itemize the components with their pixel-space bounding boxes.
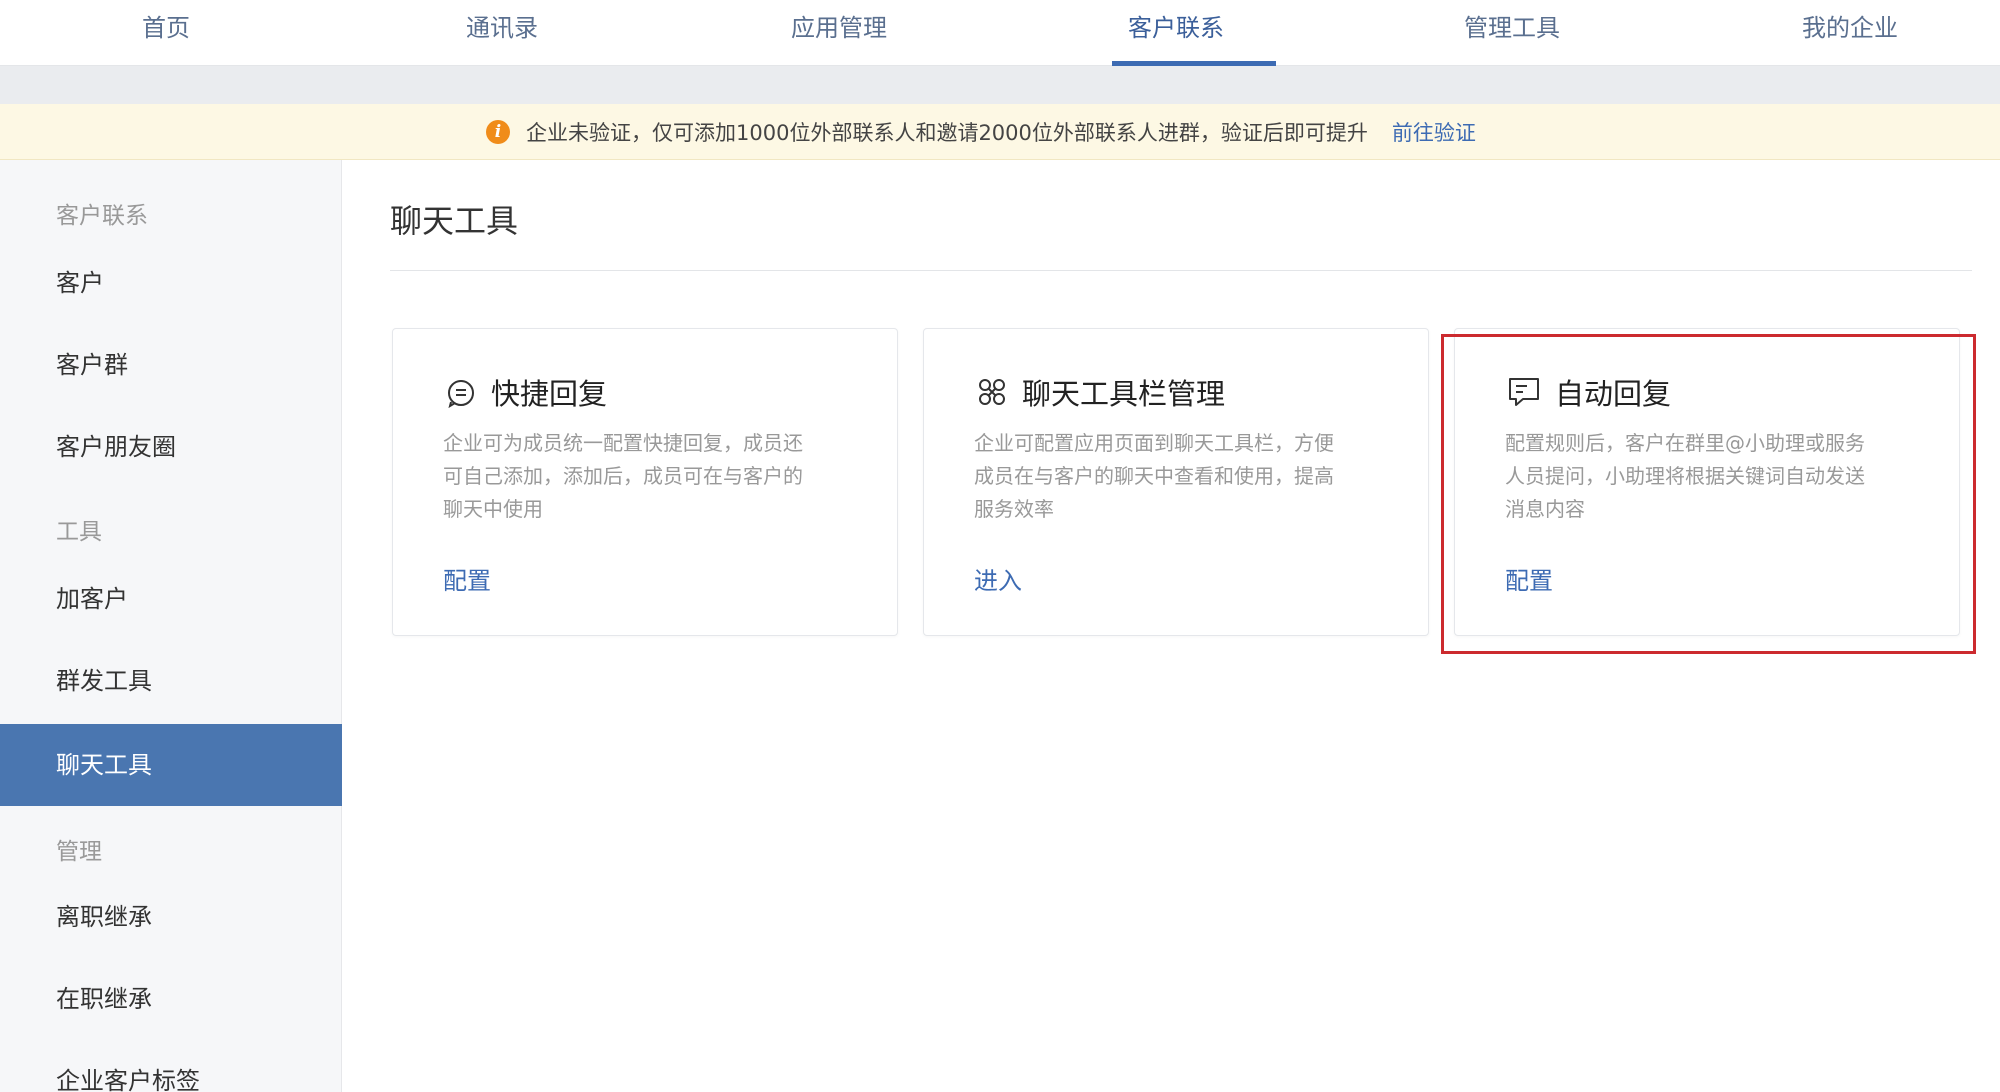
quick-reply-configure-link[interactable]: 配置 <box>443 561 491 596</box>
tab-label: 首页 <box>142 14 190 42</box>
sidebar-item-mass-messaging[interactable]: 群发工具 <box>0 640 342 722</box>
sidebar-group-tools: 工具 <box>56 519 102 545</box>
desc-line: 服务效率 <box>974 497 1054 521</box>
verify-link[interactable]: 前往验证 <box>1392 117 1476 147</box>
tab-label: 应用管理 <box>791 14 887 42</box>
desc-line: 聊天中使用 <box>443 497 543 521</box>
notice-message: 企业未验证，仅可添加1000位外部联系人和邀请2000位外部联系人进群，验证后即… <box>526 121 1368 145</box>
desc-line: 人员提问，小助理将根据关键词自动发送 <box>1505 464 1865 488</box>
desc-line: 企业可配置应用页面到聊天工具栏，方便 <box>974 431 1334 455</box>
card-description: 企业可配置应用页面到聊天工具栏，方便 成员在与客户的聊天中查看和使用，提高 服务… <box>974 427 1394 526</box>
tab-home[interactable]: 首页 <box>16 0 316 66</box>
tab-app-management[interactable]: 应用管理 <box>689 0 989 66</box>
auto-reply-icon <box>1509 378 1539 406</box>
card-title: 自动回复 <box>1555 377 1672 411</box>
tab-label: 管理工具 <box>1464 14 1560 42</box>
sidebar-item-moments[interactable]: 客户朋友圈 <box>0 406 342 488</box>
verification-notice: i 企业未验证，仅可添加1000位外部联系人和邀请2000位外部联系人进群，验证… <box>0 104 2000 160</box>
card-chat-toolbar: 聊天工具栏管理 企业可配置应用页面到聊天工具栏，方便 成员在与客户的聊天中查看和… <box>923 328 1429 636</box>
main-content: 聊天工具 快捷回复 企业可为成员统一配置快捷回复，成员还 可自己添加，添加后，成… <box>342 160 2000 1092</box>
tab-management-tools[interactable]: 管理工具 <box>1362 0 1662 66</box>
sidebar-item-customer-groups[interactable]: 客户群 <box>0 324 342 406</box>
sidebar-item-customer-tags[interactable]: 企业客户标签 <box>0 1040 342 1092</box>
sidebar-item-resigned-transfer[interactable]: 离职继承 <box>0 876 342 958</box>
sidebar-group-management: 管理 <box>56 839 102 865</box>
sidebar-item-chat-tools[interactable]: 聊天工具 <box>0 724 342 806</box>
tab-contacts[interactable]: 通讯录 <box>352 0 652 66</box>
sidebar-group-customer-contact: 客户联系 <box>56 203 148 229</box>
tab-customer-contact[interactable]: 客户联系 <box>1026 0 1326 66</box>
sidebar-item-customers[interactable]: 客户 <box>0 242 342 324</box>
card-quick-reply: 快捷回复 企业可为成员统一配置快捷回复，成员还 可自己添加，添加后，成员可在与客… <box>392 328 898 636</box>
desc-line: 企业可为成员统一配置快捷回复，成员还 <box>443 431 803 455</box>
sidebar: 客户联系 客户 客户群 客户朋友圈 工具 加客户 群发工具 聊天工具 管理 离职… <box>0 160 342 1092</box>
card-description: 企业可为成员统一配置快捷回复，成员还 可自己添加，添加后，成员可在与客户的 聊天… <box>443 427 863 526</box>
sidebar-item-onjob-transfer[interactable]: 在职继承 <box>0 958 342 1040</box>
page-title: 聊天工具 <box>390 202 519 240</box>
top-nav: 首页 通讯录 应用管理 客户联系 管理工具 我的企业 <box>0 0 2000 66</box>
card-title: 聊天工具栏管理 <box>1022 377 1226 411</box>
chat-toolbar-enter-link[interactable]: 进入 <box>974 561 1022 596</box>
warning-icon: i <box>486 120 510 144</box>
tab-label: 我的企业 <box>1802 14 1898 42</box>
tab-my-enterprise[interactable]: 我的企业 <box>1700 0 2000 66</box>
header-spacer <box>0 66 2000 104</box>
desc-line: 成员在与客户的聊天中查看和使用，提高 <box>974 464 1334 488</box>
card-title: 快捷回复 <box>491 377 608 411</box>
card-description: 配置规则后，客户在群里@小助理或服务 人员提问，小助理将根据关键词自动发送 消息… <box>1505 427 1925 526</box>
desc-line: 可自己添加，添加后，成员可在与客户的 <box>443 464 803 488</box>
desc-line: 消息内容 <box>1505 497 1585 521</box>
tab-label: 客户联系 <box>1128 14 1224 42</box>
sidebar-item-add-customer[interactable]: 加客户 <box>0 558 342 640</box>
auto-reply-configure-link[interactable]: 配置 <box>1505 561 1553 596</box>
desc-line: 配置规则后，客户在群里@小助理或服务 <box>1505 431 1865 455</box>
card-auto-reply: 自动回复 配置规则后，客户在群里@小助理或服务 人员提问，小助理将根据关键词自动… <box>1454 328 1960 636</box>
quick-reply-icon <box>448 380 474 408</box>
tab-label: 通讯录 <box>466 14 538 42</box>
title-divider <box>390 270 1972 271</box>
toolbar-icon <box>979 379 1005 405</box>
